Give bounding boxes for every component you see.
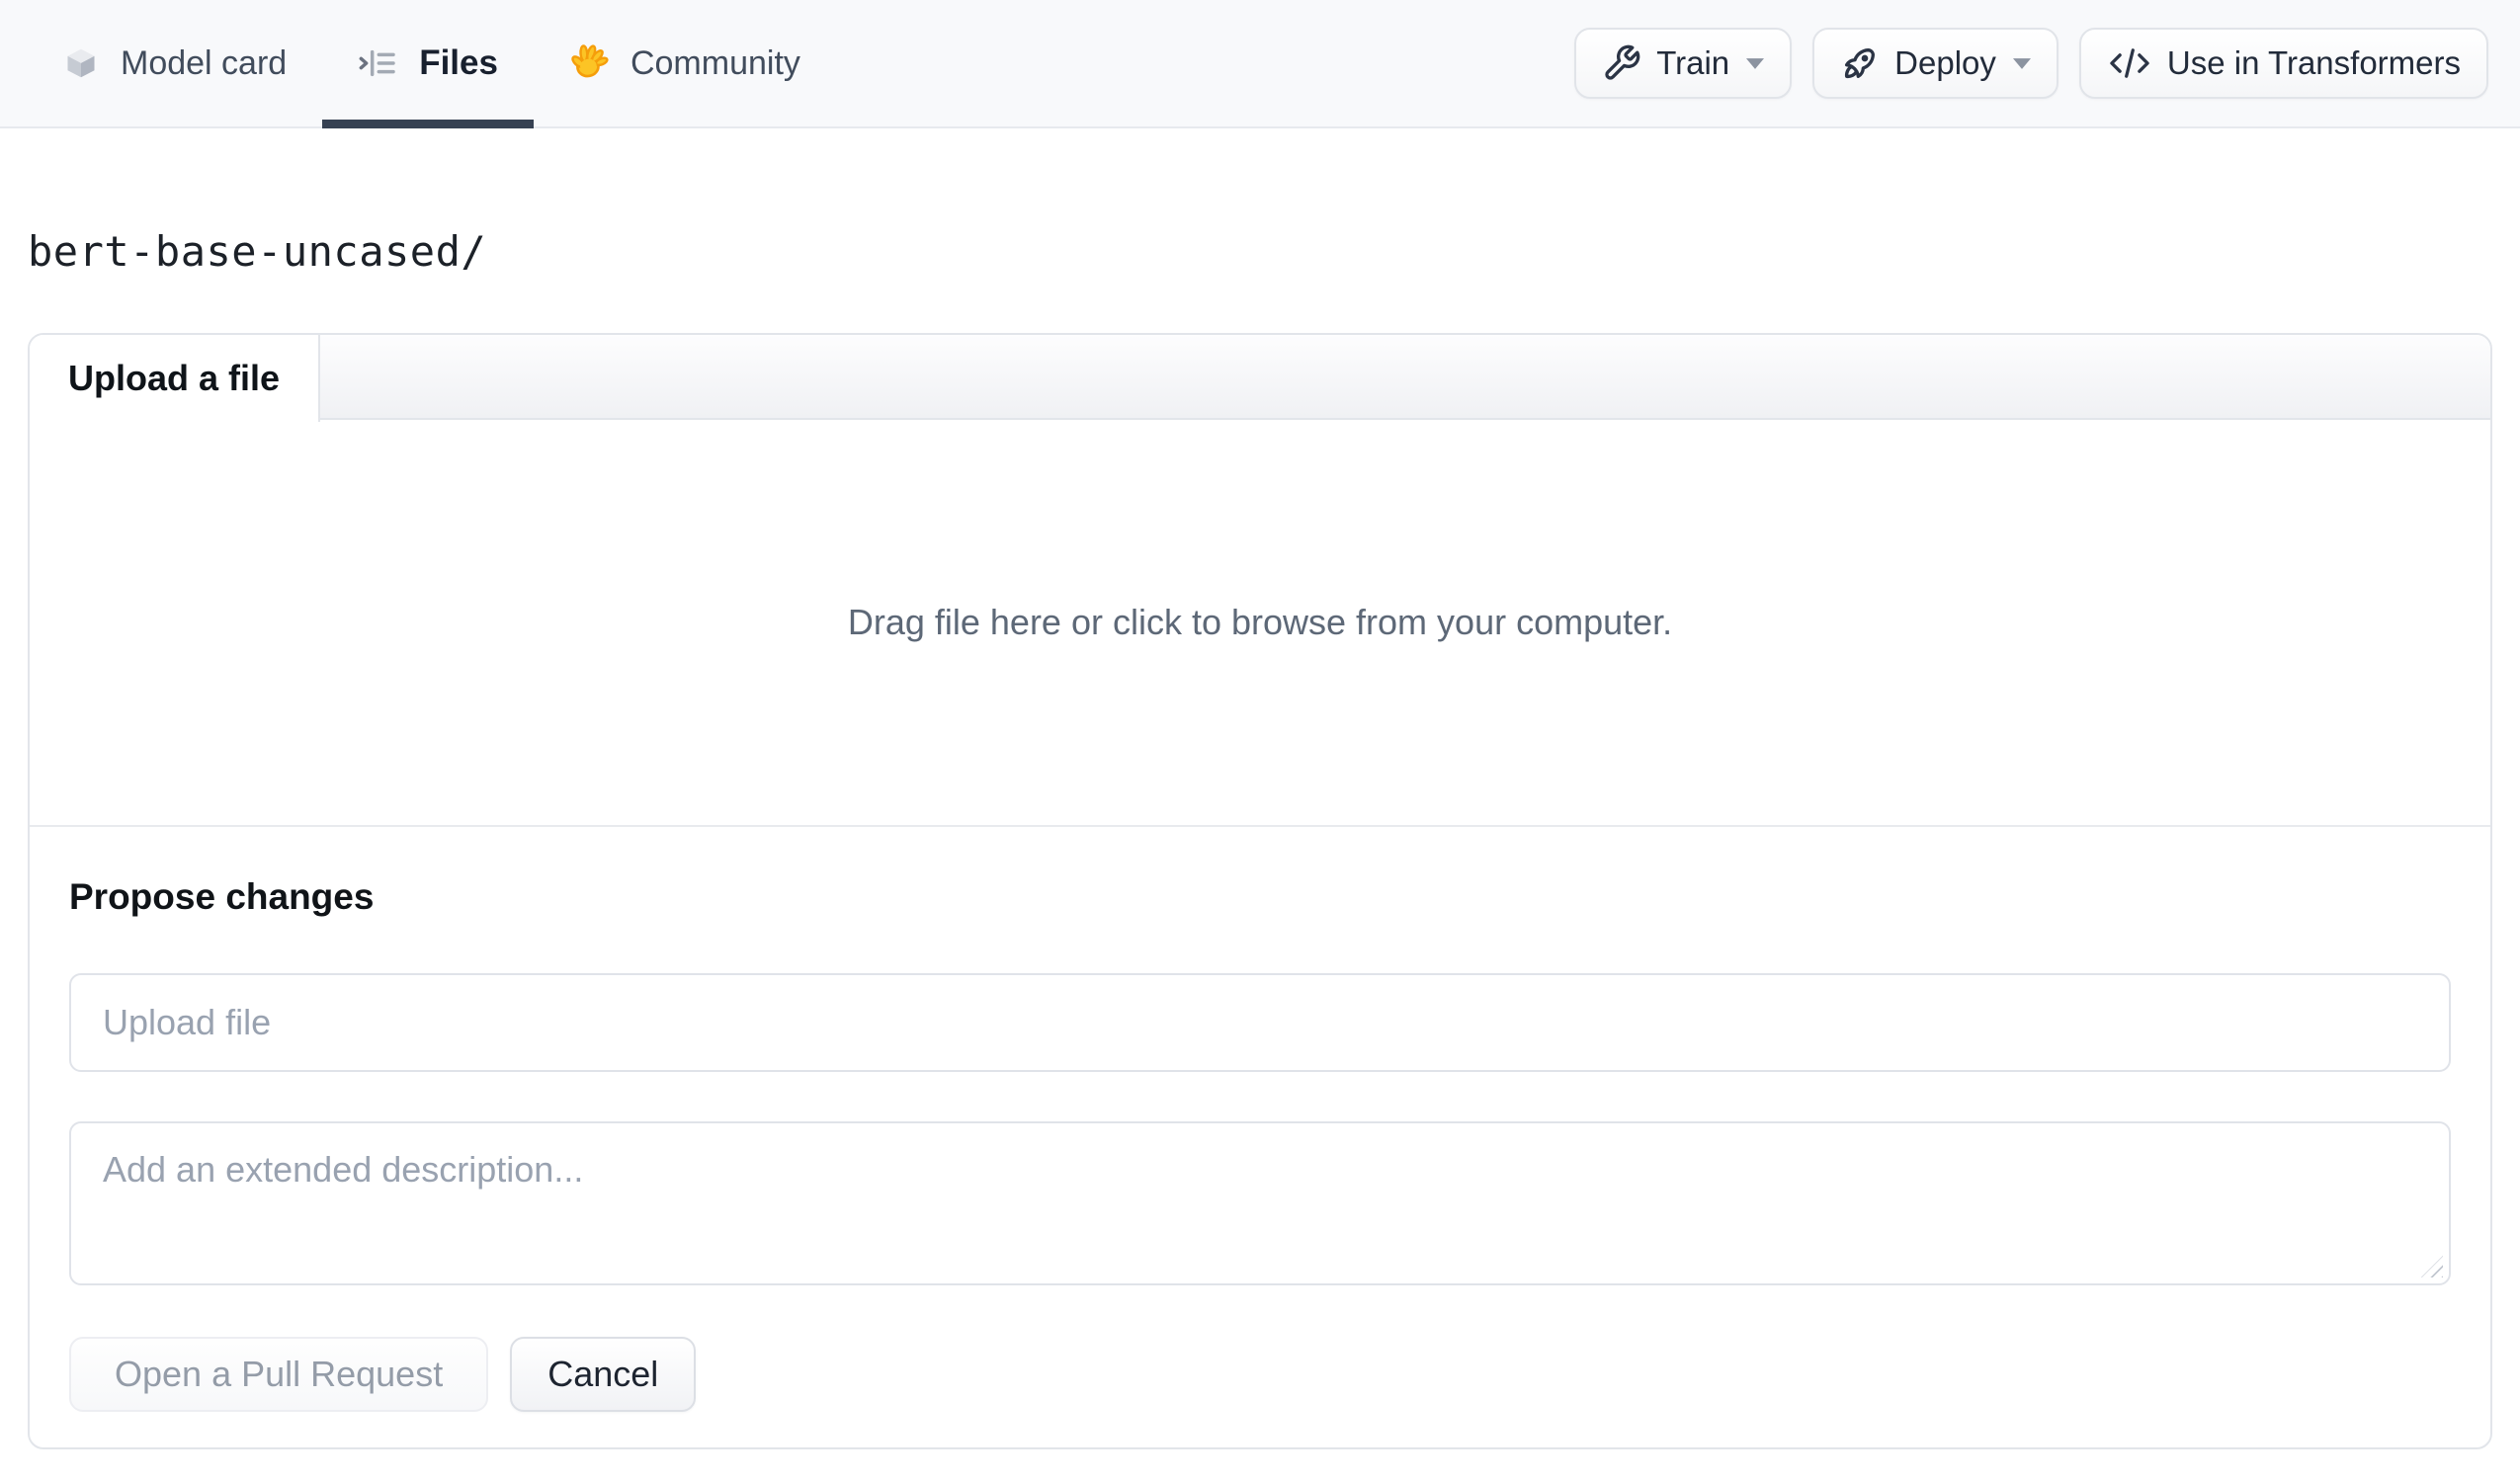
train-button[interactable]: Train [1574, 28, 1793, 99]
propose-changes-section: Propose changes Open a Pull Request Canc… [30, 825, 2490, 1447]
upload-file-input[interactable] [69, 973, 2451, 1072]
waving-hand-icon [569, 43, 609, 83]
deploy-button[interactable]: Deploy [1812, 28, 2058, 99]
tab-model-card[interactable]: Model card [28, 0, 322, 126]
chevron-down-icon [2012, 57, 2031, 69]
use-in-transformers-label: Use in Transformers [2166, 44, 2461, 81]
repo-tab-bar: Model card Files Community [28, 0, 836, 128]
upload-card-tab-bar: Upload a file [30, 335, 2490, 422]
use-in-transformers-button[interactable]: Use in Transformers [2078, 28, 2488, 99]
tab-label: Community [630, 43, 800, 82]
tab-files[interactable]: Files [322, 0, 534, 128]
code-icon [2107, 43, 2152, 83]
file-dropzone[interactable]: Drag file here or click to browse from y… [30, 420, 2490, 825]
cube-icon [63, 45, 99, 81]
train-label: Train [1656, 44, 1730, 81]
description-field-wrapper [69, 1121, 2451, 1285]
tab-label: Files [419, 43, 498, 82]
breadcrumb[interactable]: bert-base-uncased/ [28, 227, 2520, 276]
rocket-icon [1840, 43, 1880, 83]
chevron-down-icon [1746, 57, 1765, 69]
propose-buttons-row: Open a Pull Request Cancel [69, 1337, 2451, 1412]
propose-changes-heading: Propose changes [69, 876, 375, 917]
tab-label: Model card [121, 43, 288, 82]
open-pull-request-button[interactable]: Open a Pull Request [69, 1337, 489, 1412]
tab-community[interactable]: Community [534, 0, 836, 126]
tab-upload-a-file[interactable]: Upload a file [30, 335, 320, 422]
cancel-button[interactable]: Cancel [510, 1337, 697, 1412]
wrench-icon [1602, 43, 1641, 83]
dropzone-hint-text: Drag file here or click to browse from y… [847, 602, 1673, 642]
repo-header: Model card Files Community Train Deploy … [0, 0, 2520, 128]
repo-action-buttons: Train Deploy Use in Transformers [1574, 0, 2488, 126]
extended-description-textarea[interactable] [69, 1121, 2451, 1285]
deploy-label: Deploy [1894, 44, 1996, 81]
upload-card: Upload a file Drag file here or click to… [28, 333, 2492, 1449]
files-list-icon [358, 46, 397, 80]
